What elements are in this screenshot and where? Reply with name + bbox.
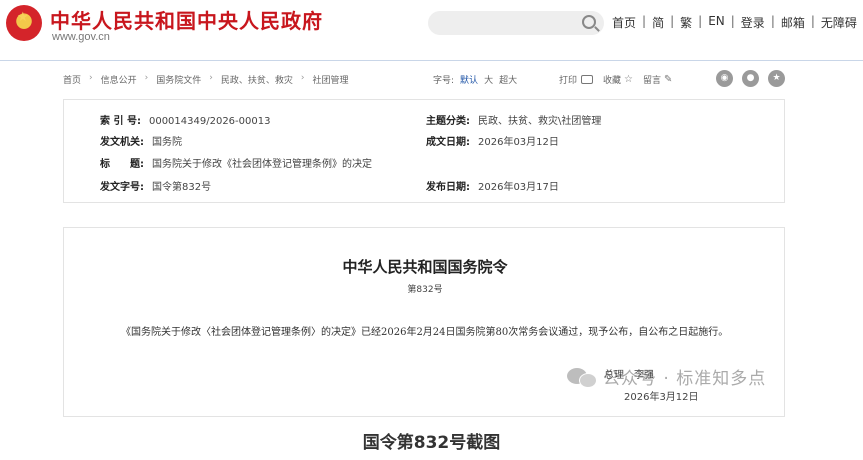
favorite-button[interactable]: 收藏 ☆ [603, 73, 633, 86]
image-caption: 国令第832号截图 [362, 433, 501, 453]
weibo-icon[interactable]: ◉ [716, 70, 733, 87]
info-value: 国令第832号 [152, 182, 212, 193]
comment-button[interactable]: 留言 ✎ [643, 73, 672, 86]
top-links: 首页 | 简 | 繁 | EN | 登录 | 邮箱 | 无障碍 [612, 14, 857, 31]
info-value: 2026年03月12日 [478, 137, 559, 148]
wechat-logo-icon [567, 366, 597, 388]
printer-icon [581, 75, 594, 84]
separator: | [730, 14, 735, 28]
chevron-right-icon: › [89, 73, 93, 83]
info-label: 发文字号: [100, 182, 144, 193]
separator: | [810, 14, 815, 28]
document-info-table: 索 引 号: 000014349/2026-00013 主题分类: 民政、扶贫、救灾… [63, 99, 785, 203]
breadcrumb-item-docs[interactable]: 国务院文件 [156, 73, 201, 86]
info-index: 索 引 号: 000014349/2026-00013 [100, 112, 270, 127]
info-title: 标 题: 国务院关于修改《社会团体登记管理条例》的决定 [100, 155, 372, 170]
info-value: 国务院关于修改《社会团体登记管理条例》的决定 [152, 159, 372, 170]
breadcrumb-item-info[interactable]: 信息公开 [101, 73, 137, 86]
wechat-icon[interactable]: ● [742, 70, 759, 87]
search-icon[interactable] [582, 15, 596, 29]
document-body: 《国务院关于修改〈社会团体登记管理条例〉的决定》已经2026年2月24日国务院第… [121, 327, 729, 338]
star-share-icon[interactable]: ★ [768, 70, 785, 87]
breadcrumb-item-category[interactable]: 民政、扶贫、救灾 [221, 73, 293, 86]
link-mail[interactable]: 邮箱 [781, 14, 805, 31]
info-value: 000014349/2026-00013 [148, 116, 271, 127]
info-label: 标 题: [100, 159, 144, 170]
font-size-selector: 字号: 默认 大 超大 [433, 73, 523, 86]
watermark: 公众号 · 标准知多点 [567, 364, 766, 389]
separator: | [770, 14, 775, 28]
print-button[interactable]: 打印 [559, 73, 594, 86]
chevron-right-icon: › [209, 73, 213, 83]
info-value: 国务院 [152, 137, 182, 148]
info-published-date: 发布日期: 2026年03月17日 [426, 178, 559, 193]
favorite-label: 收藏 [603, 76, 622, 86]
document-title: 中华人民共和国国务院令 [342, 258, 508, 276]
font-size-xlarge[interactable]: 超大 [499, 73, 517, 86]
link-login[interactable]: 登录 [741, 14, 765, 31]
star-icon: ☆ [624, 74, 633, 85]
national-emblem-icon[interactable] [6, 5, 42, 41]
chevron-right-icon: › [300, 73, 305, 83]
info-written-date: 成文日期: 2026年03月12日 [426, 133, 559, 148]
info-label: 成文日期: [426, 137, 470, 148]
print-label: 打印 [559, 76, 578, 86]
site-header: 中华人民共和国中央人民政府 www.gov.cn 首页 | 简 | 繁 | EN | 登… [0, 0, 863, 54]
link-simplified[interactable]: 简 [652, 14, 664, 31]
chevron-right-icon: › [144, 73, 149, 83]
breadcrumb-item-home[interactable]: 首页 [63, 73, 81, 86]
site-url: www.gov.cn [52, 31, 110, 43]
link-english[interactable]: EN [708, 14, 725, 31]
info-value: 民政、扶贫、救灾\社团管理 [478, 116, 602, 127]
info-label: 索 引 号: [100, 116, 141, 127]
breadcrumb-item-subcategory[interactable]: 社团管理 [313, 73, 349, 86]
info-value: 2026年03月17日 [478, 182, 559, 193]
header-divider [0, 60, 863, 61]
article-actions: 打印 收藏 ☆ 留言 ✎ [559, 73, 682, 86]
search-input[interactable] [428, 11, 604, 35]
link-traditional[interactable]: 繁 [680, 14, 692, 31]
link-home[interactable]: 首页 [612, 14, 636, 31]
separator: | [670, 14, 675, 28]
info-label: 发文机关: [100, 137, 144, 148]
document-number: 第832号 [407, 285, 443, 295]
font-size-large[interactable]: 大 [484, 73, 493, 86]
pen-icon: ✎ [664, 74, 673, 85]
font-size-label: 字号: [433, 76, 455, 86]
info-docno: 发文字号: 国令第832号 [100, 178, 211, 193]
info-label: 主题分类: [426, 116, 470, 127]
document-date: 2026年3月12日 [624, 392, 699, 403]
separator: | [642, 14, 647, 28]
comment-label: 留言 [643, 76, 662, 86]
breadcrumb: 首页 › 信息公开 › 国务院文件 › 民政、扶贫、救灾 › 社团管理 [63, 73, 349, 86]
info-category: 主题分类: 民政、扶贫、救灾\社团管理 [426, 112, 601, 127]
separator: | [698, 14, 703, 28]
info-issuer: 发文机关: 国务院 [100, 133, 182, 148]
watermark-text: 公众号 · 标准知多点 [603, 369, 767, 389]
share-buttons: ◉ ● ★ [716, 70, 794, 87]
info-label: 发布日期: [426, 182, 470, 193]
font-size-default[interactable]: 默认 [460, 73, 478, 86]
site-title[interactable]: 中华人民共和国中央人民政府 [50, 5, 323, 34]
link-accessibility[interactable]: 无障碍 [821, 14, 857, 31]
